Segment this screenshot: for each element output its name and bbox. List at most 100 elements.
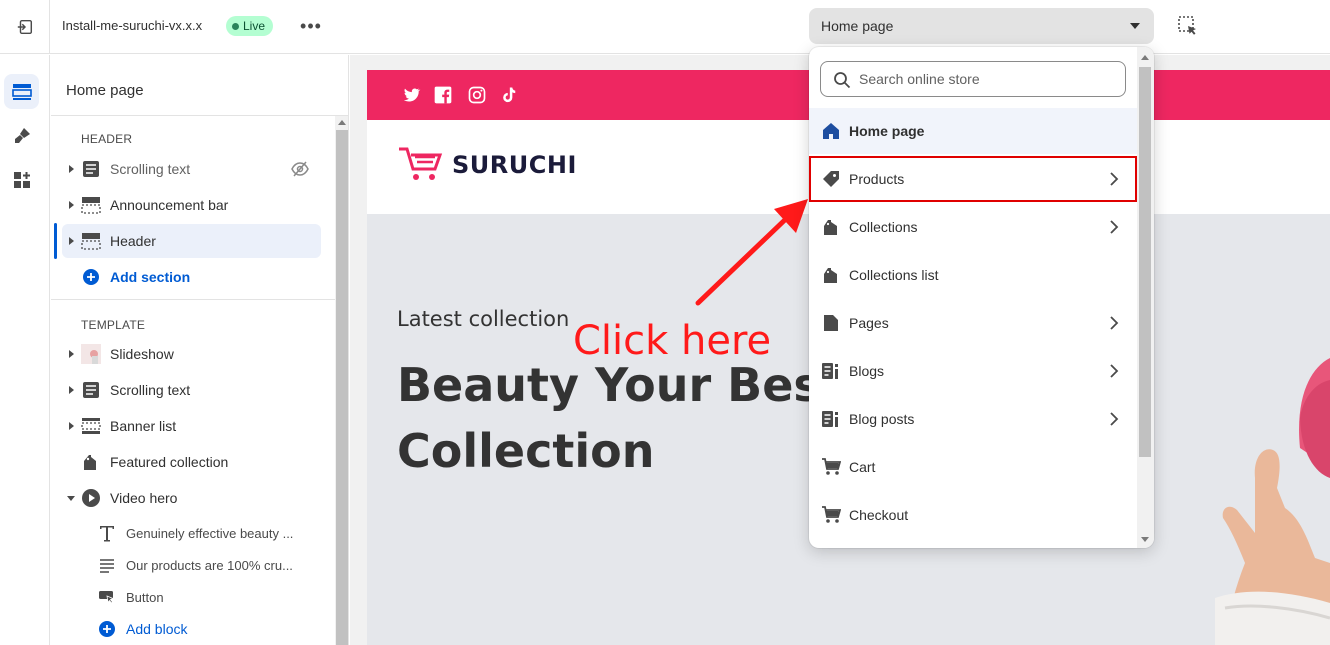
sidebar-title: Home page: [66, 82, 144, 99]
block-label: Our products are 100% cru...: [126, 557, 293, 573]
dropdown-item-label: Checkout: [849, 507, 909, 523]
button-cursor-icon: [96, 587, 118, 607]
scroll-down-icon[interactable]: [1141, 537, 1149, 542]
search-placeholder: Search online store: [859, 71, 980, 87]
page-selector-value: Home page: [821, 18, 894, 34]
instagram-icon[interactable]: [467, 85, 487, 105]
facebook-icon[interactable]: [433, 85, 453, 105]
text-t-icon: [96, 523, 118, 543]
block-label: Genuinely effective beauty ...: [126, 525, 294, 541]
dropdown-item-pages[interactable]: Pages: [809, 300, 1137, 346]
dropdown-item-checkout[interactable]: Checkout: [809, 492, 1137, 538]
section-row-slideshow[interactable]: Slideshow: [62, 337, 321, 371]
tiktok-icon[interactable]: [499, 85, 519, 105]
dropdown-item-label: Blogs: [849, 363, 885, 379]
collapse-icon[interactable]: [62, 495, 80, 501]
scrollbar-thumb[interactable]: [1139, 67, 1151, 457]
hero-title: Beauty Your Best Collection: [397, 358, 843, 478]
section-row-scrolling-text[interactable]: Scrolling text: [62, 152, 321, 186]
section-row-featured-collection[interactable]: Featured collection: [62, 445, 321, 479]
dropdown-item-collections[interactable]: Collections: [809, 204, 1137, 250]
live-status-badge: Live: [226, 16, 274, 36]
dropdown-item-blog-posts[interactable]: Blog posts: [809, 396, 1137, 442]
chevron-right-icon: [1110, 220, 1119, 234]
section-row-announcement-bar[interactable]: Announcement bar: [62, 188, 321, 222]
sidebar-scrollbar[interactable]: [335, 116, 348, 645]
header-group-label: HEADER: [81, 132, 133, 146]
more-actions-button[interactable]: •••: [298, 12, 324, 40]
paintbrush-icon: [14, 127, 30, 143]
dropdown-item-label: Pages: [849, 315, 889, 331]
section-row-header[interactable]: Header: [62, 224, 321, 258]
collection-tag-icon: [821, 217, 841, 237]
cart-icon: [821, 505, 841, 525]
section-label: Scrolling text: [110, 161, 191, 177]
section-header-icon: [80, 195, 102, 215]
dropdown-item-cart[interactable]: Cart: [809, 444, 1137, 490]
exit-editor-button[interactable]: [0, 0, 50, 54]
twitter-icon[interactable]: [401, 85, 421, 105]
divider: [51, 115, 348, 116]
dropdown-item-collections-list[interactable]: Collections list: [809, 252, 1137, 298]
sections-sidebar: Home page HEADER Scrolling text Announce…: [51, 55, 349, 645]
section-row-video-hero[interactable]: Video hero: [62, 481, 321, 515]
annotation-arrow-icon: [695, 199, 808, 306]
chevron-right-icon: [1110, 364, 1119, 378]
block-row-text[interactable]: Our products are 100% cru...: [96, 548, 321, 582]
expand-icon[interactable]: [62, 201, 80, 209]
click-here-annotation: Click here: [573, 318, 772, 364]
hidden-eye-icon[interactable]: [291, 160, 309, 181]
section-label: Featured collection: [110, 454, 229, 470]
template-group-label: TEMPLATE: [81, 318, 146, 332]
play-circle-icon: [80, 488, 102, 508]
cart-icon: [821, 457, 841, 477]
dropdown-scrollbar[interactable]: [1137, 47, 1154, 548]
selected-indicator: [54, 223, 57, 259]
dropdown-item-label: Cart: [849, 459, 876, 475]
sections-tab[interactable]: [4, 74, 39, 109]
chevron-right-icon: [1110, 172, 1119, 186]
inspector-button[interactable]: [1176, 14, 1202, 40]
expand-icon[interactable]: [62, 386, 80, 394]
sections-icon: [11, 83, 32, 100]
product-tag-icon: [821, 169, 841, 189]
page-selector[interactable]: Home page: [809, 8, 1154, 44]
plus-circle-icon: [80, 267, 102, 287]
search-icon: [834, 72, 851, 89]
scrollbar-thumb[interactable]: [336, 130, 348, 645]
add-section-button[interactable]: Add section: [62, 260, 321, 294]
expand-icon[interactable]: [62, 165, 80, 173]
block-label: Button: [126, 589, 164, 605]
cart-logo-icon: [399, 147, 443, 180]
section-label: Header: [110, 233, 156, 249]
page-icon: [821, 313, 841, 333]
section-row-scrolling-text-2[interactable]: Scrolling text: [62, 373, 321, 407]
section-row-banner-list[interactable]: Banner list: [62, 409, 321, 443]
collection-tag-icon: [821, 265, 841, 285]
dropdown-item-label: Blog posts: [849, 411, 915, 427]
scroll-up-icon[interactable]: [1141, 55, 1149, 60]
block-row-heading[interactable]: Genuinely effective beauty ...: [96, 516, 321, 550]
dropdown-item-blogs[interactable]: Blogs: [809, 348, 1137, 394]
select-cursor-icon: [1178, 16, 1196, 35]
search-online-store-input[interactable]: Search online store: [820, 61, 1126, 97]
app-embeds-tab[interactable]: [4, 162, 39, 197]
section-header-icon: [80, 231, 102, 251]
section-label: Video hero: [110, 490, 178, 506]
theme-settings-tab[interactable]: [4, 118, 39, 153]
block-row-button[interactable]: Button: [96, 580, 321, 614]
expand-icon[interactable]: [62, 350, 80, 358]
expand-icon[interactable]: [62, 422, 80, 430]
plus-circle-icon: [96, 619, 118, 639]
hero-model-image: [1215, 358, 1330, 645]
home-icon: [821, 121, 841, 141]
hero-subtitle: Latest collection: [397, 307, 570, 331]
scroll-up-icon[interactable]: [338, 120, 346, 125]
image-thumbnail-icon: [80, 344, 102, 364]
dropdown-item-home-page[interactable]: Home page: [809, 108, 1137, 154]
add-block-button[interactable]: Add block: [96, 612, 321, 645]
expand-icon[interactable]: [62, 237, 80, 245]
section-icon: [80, 416, 102, 436]
chevron-right-icon: [1110, 412, 1119, 426]
dropdown-item-products[interactable]: Products: [809, 156, 1137, 202]
